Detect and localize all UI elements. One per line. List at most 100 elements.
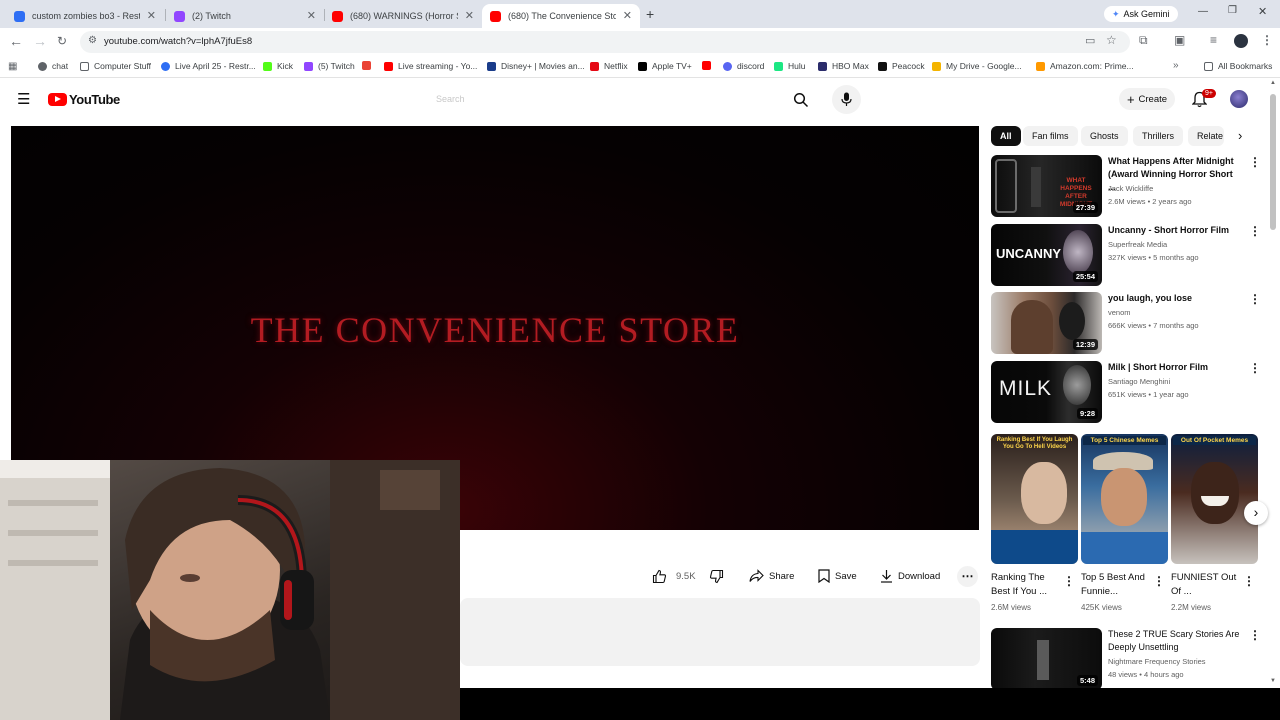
channel-name[interactable]: Superfreak Media [1108, 240, 1167, 249]
more-bookmarks-icon[interactable]: » [1173, 60, 1179, 71]
bookmark-item[interactable]: chat [38, 61, 68, 71]
voice-search-button[interactable] [832, 85, 861, 114]
forward-icon[interactable]: → [33, 33, 47, 49]
video-title[interactable]: you laugh, you lose [1108, 292, 1240, 305]
short-thumbnail[interactable]: Ranking Best If You Laugh You Go To Hell… [991, 434, 1078, 564]
browser-tab[interactable]: custom zombies bo3 - Restream ✕ [6, 4, 164, 28]
bookmark-item[interactable]: Hulu [774, 61, 805, 71]
kebab-menu-icon[interactable]: ⋮ [1249, 224, 1261, 238]
short-title[interactable]: Ranking The Best If You ... [991, 571, 1061, 599]
ask-gemini-button[interactable]: ✦ Ask Gemini [1104, 6, 1178, 22]
recommended-video[interactable]: WHAT HAPPENS AFTER MIDNIGHT 27:39 What H… [991, 155, 1261, 219]
menu-kebab-icon[interactable]: ⋮ [1261, 33, 1273, 47]
video-thumbnail[interactable]: UNCANNY 25:54 [991, 224, 1102, 286]
video-title[interactable]: Milk | Short Horror Film [1108, 361, 1240, 374]
channel-name[interactable]: Jack Wickliffe [1108, 184, 1153, 193]
reload-icon[interactable]: ↻ [57, 34, 67, 48]
kebab-menu-icon[interactable]: ⋮ [1249, 628, 1261, 642]
kebab-menu-icon[interactable]: ⋮ [1153, 574, 1165, 588]
short-title[interactable]: Top 5 Best And Funnie... [1081, 571, 1151, 599]
video-thumbnail[interactable]: MILK 9:28 [991, 361, 1102, 423]
dislike-button[interactable] [709, 566, 724, 586]
recommended-video[interactable]: 5:48 These 2 TRUE Scary Stories Are Deep… [991, 628, 1261, 692]
description-box[interactable] [460, 598, 980, 666]
shorts-next-chevron-icon[interactable]: › [1244, 501, 1268, 525]
chip-thrillers[interactable]: Thrillers [1133, 126, 1184, 146]
video-thumbnail[interactable]: WHAT HAPPENS AFTER MIDNIGHT 27:39 [991, 155, 1102, 217]
kebab-menu-icon[interactable]: ⋮ [1249, 292, 1261, 306]
chip-fan-films[interactable]: Fan films [1023, 126, 1078, 146]
bookmark-star-icon[interactable]: ☆ [1106, 33, 1117, 47]
short-thumbnail[interactable]: Out Of Pocket Memes [1171, 434, 1258, 564]
bookmark-item[interactable] [362, 61, 376, 70]
close-icon[interactable]: ✕ [147, 9, 156, 22]
avatar[interactable] [1230, 90, 1248, 108]
chip-ghosts[interactable]: Ghosts [1081, 126, 1128, 146]
bookmark-item[interactable]: Live streaming - Yo... [384, 61, 477, 71]
channel-name[interactable]: venom [1108, 308, 1131, 317]
bookmark-item[interactable]: discord [723, 61, 764, 71]
restore-icon[interactable]: ❐ [1228, 5, 1237, 16]
video-thumbnail[interactable]: 12:39 [991, 292, 1102, 354]
kebab-menu-icon[interactable]: ⋮ [1243, 574, 1255, 588]
site-info-icon[interactable]: ⚙ [88, 35, 97, 46]
extensions-icon[interactable]: ⧉ [1139, 33, 1148, 48]
short-title[interactable]: FUNNIEST Out Of ... [1171, 571, 1241, 599]
recommended-video[interactable]: 12:39 you laugh, you lose venom 666K vie… [991, 292, 1261, 356]
minimize-icon[interactable]: — [1198, 6, 1208, 17]
short-thumbnail[interactable]: Top 5 Chinese Memes [1081, 434, 1168, 564]
profile-icon[interactable] [1234, 34, 1248, 48]
video-title[interactable]: Uncanny - Short Horror Film [1108, 224, 1240, 237]
download-button[interactable]: Download [880, 566, 940, 586]
search-icon[interactable] [793, 92, 809, 108]
bookmark-folder[interactable]: Computer Stuff [80, 61, 151, 71]
bookmark-item[interactable]: Netflix [590, 61, 628, 71]
kebab-menu-icon[interactable]: ⋮ [1249, 361, 1261, 375]
kebab-menu-icon[interactable]: ⋮ [1063, 574, 1075, 588]
recommended-video[interactable]: MILK 9:28 Milk | Short Horror Film Santi… [991, 361, 1261, 425]
channel-name[interactable]: Santiago Menghini [1108, 377, 1170, 386]
chip-all[interactable]: All [991, 126, 1021, 146]
youtube-logo-text[interactable]: YouTube [69, 92, 120, 107]
video-thumbnail[interactable]: 5:48 [991, 628, 1102, 690]
new-tab-icon[interactable]: + [646, 6, 654, 22]
scrollbar[interactable] [1270, 94, 1276, 230]
bookmark-item[interactable]: HBO Max [818, 61, 869, 71]
bookmark-item[interactable] [702, 61, 716, 70]
search-input[interactable]: Search [436, 94, 465, 104]
hamburger-menu-icon[interactable]: ☰ [17, 90, 30, 108]
cast-icon[interactable]: ▭ [1085, 34, 1095, 47]
bookmark-item[interactable]: Live April 25 - Restr... [161, 61, 256, 71]
chip-related[interactable]: Relate [1188, 126, 1224, 146]
close-icon[interactable]: ✕ [307, 9, 316, 22]
bookmark-item[interactable]: Apple TV+ [638, 61, 692, 71]
browser-tab-active[interactable]: (680) The Convenience Store - Y ✕ [482, 4, 640, 28]
bookmark-item[interactable]: Peacock [878, 61, 925, 71]
back-icon[interactable]: ← [9, 33, 23, 49]
bookmark-item[interactable]: Disney+ | Movies an... [487, 61, 585, 71]
browser-tab[interactable]: (680) WARNINGS (Horror Short ✕ [324, 4, 482, 28]
scroll-up-icon[interactable]: ▲ [1270, 80, 1276, 86]
sidepanel-icon[interactable]: ▣ [1174, 33, 1185, 47]
share-button[interactable]: Share [749, 566, 794, 586]
bookmark-item[interactable]: Amazon.com: Prime... [1036, 61, 1134, 71]
more-actions-icon[interactable]: ⋯ [957, 566, 978, 587]
chevron-right-icon[interactable]: › [1238, 128, 1242, 143]
youtube-logo-icon[interactable] [48, 93, 67, 106]
bookmark-item[interactable]: My Drive - Google... [932, 61, 1022, 71]
scroll-down-icon[interactable]: ▼ [1270, 678, 1276, 684]
downloads-icon[interactable]: ≡ [1210, 33, 1217, 47]
all-bookmarks-folder[interactable]: All Bookmarks [1204, 61, 1272, 71]
kebab-menu-icon[interactable]: ⋮ [1249, 155, 1261, 169]
browser-tab[interactable]: (2) Twitch ✕ [166, 4, 324, 28]
close-icon[interactable]: ✕ [465, 9, 474, 22]
video-title[interactable]: These 2 TRUE Scary Stories Are Deeply Un… [1108, 628, 1240, 654]
channel-name[interactable]: Nightmare Frequency Stories [1108, 657, 1206, 666]
window-close-icon[interactable]: ✕ [1258, 5, 1267, 18]
create-button[interactable]: + Create [1119, 88, 1175, 110]
address-bar[interactable]: ⚙ youtube.com/watch?v=lphA7jfuEs8 ▭ ☆ [80, 31, 1130, 53]
recommended-video[interactable]: UNCANNY 25:54 Uncanny - Short Horror Fil… [991, 224, 1261, 288]
bookmark-item[interactable]: Kick [263, 61, 293, 71]
save-button[interactable]: Save [818, 566, 857, 586]
apps-grid-icon[interactable]: ▦ [8, 61, 17, 72]
